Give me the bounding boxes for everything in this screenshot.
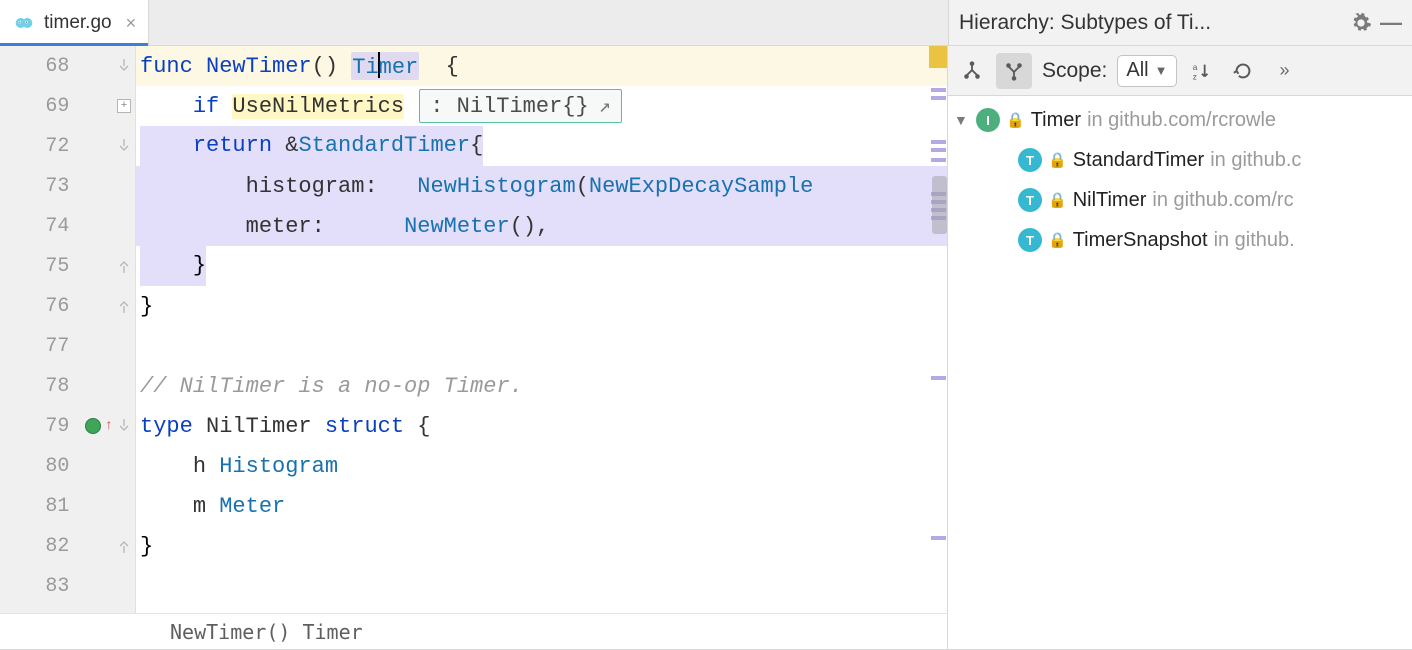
hierarchy-toolbar: Scope: All ▼ az » — [948, 46, 1412, 96]
more-button[interactable]: » — [1267, 53, 1303, 89]
scrollbar-thumb[interactable] — [932, 176, 947, 234]
implemented-icon[interactable] — [85, 418, 101, 434]
code-line[interactable]: if UseNilMetrics : NilTimer{}↗ — [136, 86, 947, 126]
file-tab[interactable]: timer.go × — [0, 0, 149, 46]
code-line[interactable]: } — [136, 246, 947, 286]
chevron-down-icon[interactable]: ▼ — [954, 112, 970, 128]
svg-text:a: a — [1192, 63, 1197, 72]
type-badge-icon: T — [1018, 228, 1042, 252]
line-number: 82 — [0, 535, 81, 558]
svg-text:z: z — [1192, 72, 1196, 81]
line-number: 69 — [0, 95, 81, 118]
refresh-button[interactable] — [1225, 53, 1261, 89]
code-line[interactable] — [136, 566, 947, 606]
gutter: 68 69 + 72 73 74 75 76 77 78 79 ↑ 80 81 82… — [0, 46, 136, 613]
line-number: 77 — [0, 335, 81, 358]
code-line[interactable]: histogram: NewHistogram(NewExpDecaySampl… — [136, 166, 947, 206]
code-line[interactable]: } — [136, 526, 947, 566]
breadcrumb-text: NewTimer() Timer — [170, 620, 363, 644]
line-number: 75 — [0, 255, 81, 278]
inline-hint[interactable]: : NilTimer{}↗ — [419, 89, 621, 123]
up-arrow-icon[interactable]: ↑ — [105, 418, 113, 434]
breadcrumb[interactable]: NewTimer() Timer — [0, 613, 947, 649]
line-number: 81 — [0, 495, 81, 518]
code-line[interactable]: return &StandardTimer{ — [136, 126, 947, 166]
fold-region-icon[interactable] — [117, 139, 131, 153]
fold-region-icon[interactable] — [117, 419, 131, 433]
line-number: 76 — [0, 295, 81, 318]
gear-icon[interactable] — [1350, 12, 1372, 34]
type-badge-icon: T — [1018, 148, 1042, 172]
code-line[interactable]: } — [136, 286, 947, 326]
go-file-icon — [14, 13, 34, 33]
lock-icon: 🔒 — [1048, 191, 1067, 209]
supertypes-button[interactable] — [954, 53, 990, 89]
line-number: 78 — [0, 375, 81, 398]
code-line[interactable]: h Histogram — [136, 446, 947, 486]
code-area[interactable]: func NewTimer() Timer { if UseNilMetrics… — [136, 46, 947, 613]
interface-badge-icon: I — [976, 108, 1000, 132]
tree-item[interactable]: T 🔒 StandardTimer in github.c — [948, 140, 1412, 180]
chevron-down-icon: ▼ — [1155, 63, 1168, 78]
type-badge-icon: T — [1018, 188, 1042, 212]
lock-icon: 🔒 — [1006, 111, 1025, 129]
marker-stripe[interactable] — [929, 46, 947, 613]
code-line[interactable]: // NilTimer is a no-op Timer. — [136, 366, 947, 406]
subtypes-button[interactable] — [996, 53, 1032, 89]
code-line[interactable]: meter: NewMeter(), — [136, 206, 947, 246]
tab-close-icon[interactable]: × — [126, 13, 137, 34]
line-number: 80 — [0, 455, 81, 478]
fold-expand-icon[interactable]: + — [117, 99, 131, 113]
line-number: 79 — [0, 415, 81, 438]
hierarchy-title: Hierarchy: Subtypes of Ti... — [959, 11, 1342, 35]
lock-icon: 🔒 — [1048, 231, 1067, 249]
analysis-status-icon[interactable] — [929, 46, 947, 68]
fold-end-icon[interactable] — [117, 259, 131, 273]
fold-region-icon[interactable] — [117, 59, 131, 73]
scope-dropdown[interactable]: All ▼ — [1117, 55, 1176, 87]
tree-root[interactable]: ▼ I 🔒 Timer in github.com/rcrowle — [948, 100, 1412, 140]
line-number: 68 — [0, 55, 81, 78]
hierarchy-header: Hierarchy: Subtypes of Ti... — — [948, 0, 1412, 46]
hierarchy-tree[interactable]: ▼ I 🔒 Timer in github.com/rcrowle T 🔒 St… — [948, 96, 1412, 649]
line-number: 73 — [0, 175, 81, 198]
line-number: 83 — [0, 575, 81, 598]
code-line[interactable]: m Meter — [136, 486, 947, 526]
fold-end-icon[interactable] — [117, 299, 131, 313]
tree-item[interactable]: T 🔒 TimerSnapshot in github. — [948, 220, 1412, 260]
code-line[interactable] — [136, 326, 947, 366]
editor[interactable]: 68 69 + 72 73 74 75 76 77 78 79 ↑ 80 81 82… — [0, 46, 947, 613]
hint-arrow-icon: ↗ — [599, 93, 611, 119]
line-number: 74 — [0, 215, 81, 238]
code-line[interactable]: type NilTimer struct { — [136, 406, 947, 446]
fold-end-icon[interactable] — [117, 539, 131, 553]
file-tab-label: timer.go — [44, 12, 112, 34]
lock-icon: 🔒 — [1048, 151, 1067, 169]
code-line[interactable]: func NewTimer() Timer { — [136, 46, 947, 86]
sort-button[interactable]: az — [1183, 53, 1219, 89]
line-number: 72 — [0, 135, 81, 158]
scope-label: Scope: — [1042, 59, 1107, 83]
tree-item[interactable]: T 🔒 NilTimer in github.com/rc — [948, 180, 1412, 220]
minimize-icon[interactable]: — — [1380, 10, 1402, 36]
editor-tab-bar: timer.go × — [0, 0, 948, 46]
